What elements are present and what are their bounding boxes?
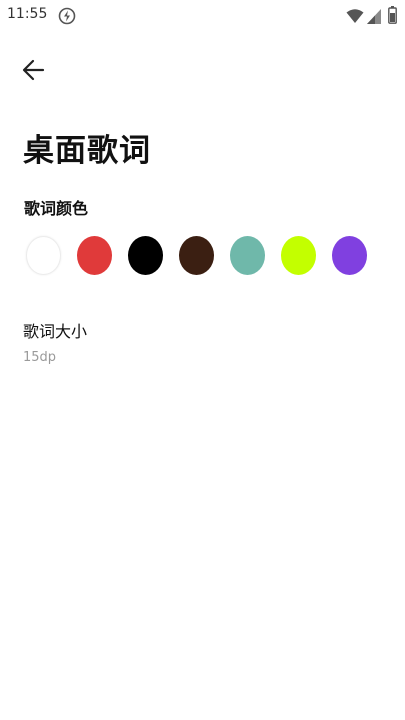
color-swatch-row (26, 236, 371, 276)
lyrics-color-label: 歌词颜色 (24, 199, 89, 218)
color-swatch-white[interactable] (26, 236, 61, 275)
color-swatch-teal[interactable] (230, 236, 265, 275)
status-time: 11:55 (7, 6, 48, 22)
battery-icon (388, 6, 397, 24)
lyrics-size-label[interactable]: 歌词大小 (23, 318, 87, 342)
lyrics-size-value: 15dp (23, 350, 57, 365)
back-button[interactable] (18, 55, 50, 85)
status-bar: 11:55 (0, 0, 405, 32)
color-swatch-dark-brown[interactable] (179, 236, 214, 275)
color-swatch-lime[interactable] (281, 236, 316, 275)
signal-icon (367, 9, 381, 24)
wifi-icon (346, 9, 364, 23)
color-swatch-red[interactable] (77, 236, 112, 275)
page-title: 桌面歌词 (23, 133, 151, 169)
desktop-lyrics-settings-screen: 11:55 桌面歌词 歌词颜色 歌词大小 15dp (0, 0, 405, 720)
arrow-left-icon (22, 59, 45, 81)
color-swatch-black[interactable] (128, 236, 163, 275)
color-swatch-purple[interactable] (332, 236, 367, 275)
sync-icon (58, 7, 76, 25)
